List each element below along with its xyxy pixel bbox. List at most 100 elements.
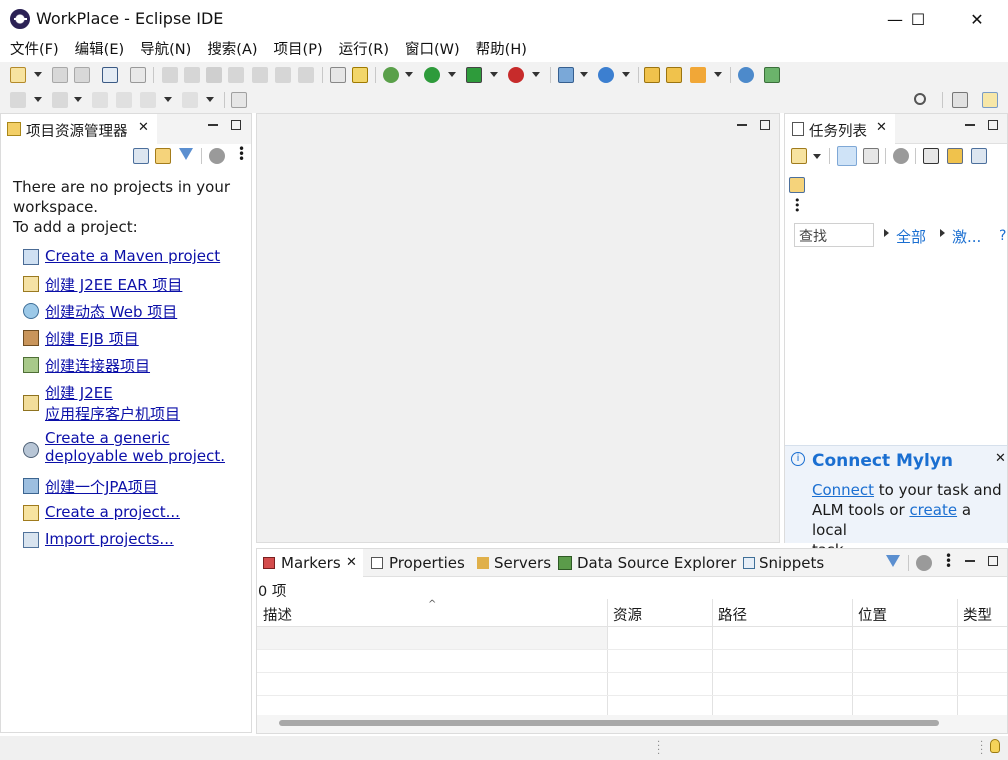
column-resource[interactable]: 资源 [613,604,642,625]
menu-run[interactable]: 运行(R) [331,38,397,63]
create-connector-project-link[interactable]: 创建连接器项目 [45,355,150,376]
scheduled-icon[interactable] [863,148,879,164]
save-all-icon[interactable] [74,67,90,83]
close-tab-icon[interactable]: ✕ [138,120,149,135]
column-description[interactable]: 描述 [263,604,292,625]
new-icon[interactable] [10,67,26,83]
new-java-class-dropdown-icon[interactable] [622,72,630,77]
pin-editor-icon[interactable] [231,92,247,108]
column-type[interactable]: 类型 [963,604,992,625]
link-with-editor-icon[interactable] [155,148,171,164]
run-last-tool-icon[interactable] [764,67,780,83]
collapse-all-icon[interactable] [133,148,149,164]
lightbulb-icon[interactable] [990,739,1000,753]
new-server-dropdown-icon[interactable] [580,72,588,77]
new-server-icon[interactable] [558,67,574,83]
new-task-dropdown-icon[interactable] [813,154,821,159]
use-step-filters-icon[interactable] [352,67,368,83]
close-window-button[interactable]: ✕ [954,0,1000,38]
open-type-icon[interactable] [644,67,660,83]
focus-on-workweek-icon[interactable] [893,148,909,164]
maximize-editor-icon[interactable] [760,120,770,130]
menu-help[interactable]: 帮助(H) [468,38,535,63]
coverage-icon[interactable] [466,67,482,83]
save-icon[interactable] [52,67,68,83]
column-path[interactable]: 路径 [718,604,747,625]
search-tools-dropdown-icon[interactable] [714,72,722,77]
new-dropdown-icon[interactable] [34,72,42,77]
new-java-class-icon[interactable] [598,67,614,83]
resume-icon[interactable] [162,67,178,83]
synchronize-icon[interactable] [947,148,963,164]
previous-annotation-icon[interactable] [52,92,68,108]
all-tasks-link[interactable]: 全部 [896,226,926,247]
close-mylyn-icon[interactable]: ✕ [995,451,1006,466]
create-project-link[interactable]: Create a project... [45,503,180,521]
tab-project-explorer[interactable]: 项目资源管理器 ✕ [1,114,157,144]
close-tab-icon[interactable]: ✕ [876,120,887,135]
filter-icon[interactable] [886,555,900,567]
run-icon[interactable] [424,67,440,83]
menu-file[interactable]: 文件(F) [2,38,67,63]
step-return-icon[interactable] [298,67,314,83]
close-tab-icon[interactable]: ✕ [346,555,357,570]
forward-icon[interactable] [182,92,198,108]
skip-breakpoints-icon[interactable] [130,67,146,83]
create-ear-project-link[interactable]: 创建 J2EE EAR 项目 [45,274,182,295]
step-over-icon[interactable] [275,67,291,83]
suspend-icon[interactable] [184,67,200,83]
find-task-input[interactable]: 查找 [794,223,874,247]
maximize-button[interactable]: ☐ [895,0,941,38]
forward-dropdown-icon[interactable] [206,97,214,102]
hide-completed-icon[interactable] [923,148,939,164]
filter-icon[interactable] [179,148,193,160]
focus-on-active-task-icon[interactable] [916,555,932,571]
create-ejb-project-link[interactable]: 创建 EJB 项目 [45,328,139,349]
menu-window[interactable]: 窗口(W) [397,38,468,63]
view-menu-icon[interactable]: • • • [238,143,245,165]
column-location[interactable]: 位置 [858,604,887,625]
import-projects-link[interactable]: Import projects... [45,530,174,548]
debug-dropdown-icon[interactable] [405,72,413,77]
external-tools-icon[interactable] [508,67,524,83]
java-ee-perspective-icon[interactable] [982,92,998,108]
web-browser-icon[interactable] [738,67,754,83]
create-task-link[interactable]: create [909,501,957,519]
maximize-view-icon[interactable] [988,120,998,130]
step-into-icon[interactable] [252,67,268,83]
previous-annotation-dropdown-icon[interactable] [74,97,82,102]
run-dropdown-icon[interactable] [448,72,456,77]
create-app-client-project-link[interactable]: 创建 J2EE 应用程序客户机项目 [45,382,180,424]
disconnect-icon[interactable] [228,67,244,83]
last-edit-location-icon[interactable] [92,92,108,108]
maximize-view-icon[interactable] [988,556,998,566]
menu-edit[interactable]: 编辑(E) [67,38,132,63]
menu-search[interactable]: 搜索(A) [199,38,265,63]
new-task-icon[interactable] [791,148,807,164]
minimize-view-icon[interactable] [965,560,975,562]
open-perspective-icon[interactable] [952,92,968,108]
search-tools-icon[interactable] [690,67,706,83]
tab-markers[interactable]: Markers ✕ [257,549,363,577]
connect-link[interactable]: Connect [812,481,874,499]
create-generic-web-project-link[interactable]: Create a generic deployable web project. [45,429,225,465]
create-jpa-project-link[interactable]: 创建一个JPA项目 [45,476,158,497]
external-tools-dropdown-icon[interactable] [532,72,540,77]
terminate-icon[interactable] [206,67,222,83]
collapse-all-icon[interactable] [971,148,987,164]
open-task-icon[interactable] [666,67,682,83]
horizontal-scrollbar[interactable] [257,715,1007,733]
debug-icon[interactable] [383,67,399,83]
help-icon[interactable]: ? [999,228,1006,244]
activate-task-link[interactable]: 激... [952,226,981,247]
view-menu-icon[interactable]: • • • [945,550,952,572]
categorized-icon[interactable] [837,146,857,166]
menu-navigate[interactable]: 导航(N) [132,38,199,63]
minimize-view-icon[interactable] [208,124,218,126]
minimize-editor-icon[interactable] [737,124,747,126]
forward-edit-icon[interactable] [116,92,132,108]
next-annotation-icon[interactable] [10,92,26,108]
terminal-icon[interactable] [102,67,118,83]
next-annotation-dropdown-icon[interactable] [34,97,42,102]
tab-task-list[interactable]: 任务列表 ✕ [785,114,895,144]
